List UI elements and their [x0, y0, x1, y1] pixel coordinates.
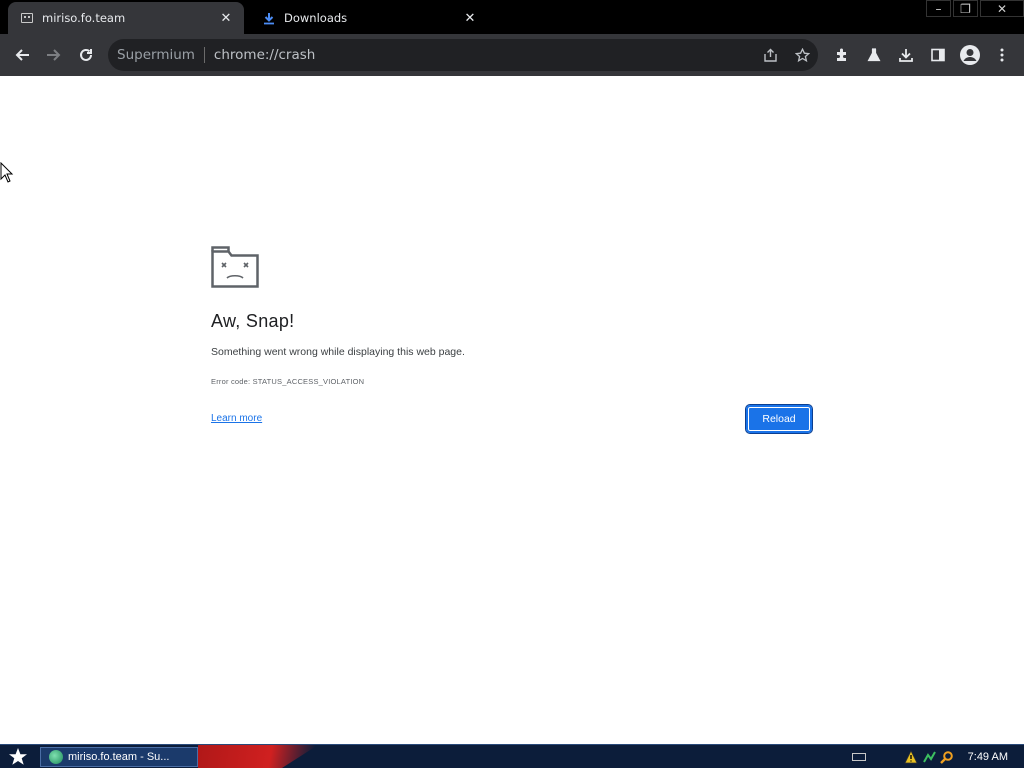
extensions-icon[interactable] [828, 41, 856, 69]
start-button[interactable] [4, 745, 32, 768]
star-start-icon [9, 747, 27, 765]
taskbar: miriso.fo.team - Su... 7:49 AM [0, 744, 1024, 768]
minimize-button[interactable]: – [926, 0, 951, 17]
restore-button[interactable]: ❐ [953, 0, 978, 17]
labs-icon[interactable] [860, 41, 888, 69]
keyboard-icon[interactable] [851, 752, 866, 761]
sad-tab-icon [20, 11, 34, 25]
tab-miriso[interactable]: miriso.fo.team ✕ [8, 2, 244, 34]
tab-strip: miriso.fo.team ✕ Downloads ✕ – ❐ ✕ [0, 0, 1024, 34]
search-icon[interactable] [939, 749, 955, 765]
star-icon[interactable] [786, 39, 818, 71]
address-bar[interactable]: Supermium chrome://crash [108, 39, 818, 71]
network-icon[interactable] [921, 749, 937, 765]
reload-icon [80, 48, 92, 61]
error-code: Error code: STATUS_ACCESS_VIOLATION [211, 377, 365, 386]
window-controls: – ❐ ✕ [924, 0, 1024, 18]
crash-panel: Aw, Snap! Something went wrong while dis… [211, 246, 813, 434]
tab-title: miriso.fo.team [42, 11, 126, 25]
tab-title: Downloads [284, 11, 348, 25]
close-window-button[interactable]: ✕ [980, 0, 1024, 17]
reload-page-button[interactable] [72, 41, 100, 69]
page-content: Aw, Snap! Something went wrong while dis… [0, 76, 1024, 744]
forward-button[interactable] [40, 41, 68, 69]
back-button[interactable] [8, 41, 36, 69]
browser-app-icon [49, 750, 63, 764]
learn-more-link[interactable]: Learn more [211, 413, 262, 424]
url-text[interactable]: chrome://crash [214, 47, 315, 63]
share-icon[interactable] [754, 39, 786, 71]
profile-icon[interactable] [956, 41, 984, 69]
tab-downloads[interactable]: Downloads ✕ [252, 2, 488, 34]
reload-button[interactable]: Reload [745, 404, 813, 434]
download-icon[interactable] [892, 41, 920, 69]
menu-icon[interactable] [988, 41, 1016, 69]
taskbar-decoration [198, 745, 318, 768]
browser-toolbar: Supermium chrome://crash [0, 34, 1024, 76]
site-label: Supermium [117, 47, 195, 63]
clock: 7:49 AM [967, 750, 1008, 763]
close-tab-icon[interactable]: ✕ [462, 10, 478, 26]
warning-icon[interactable] [903, 749, 919, 765]
taskbar-item-label: miriso.fo.team - Su... [68, 751, 170, 763]
omnibox-actions [754, 39, 818, 71]
close-tab-icon[interactable]: ✕ [218, 10, 234, 26]
crash-heading: Aw, Snap! [211, 311, 295, 331]
crash-actions: Learn more Reload [211, 404, 813, 434]
system-tray: 7:49 AM [851, 745, 1024, 768]
crash-message: Something went wrong while displaying th… [211, 346, 465, 358]
back-icon [15, 49, 29, 61]
taskbar-item-browser[interactable]: miriso.fo.team - Su... [40, 747, 198, 767]
download-icon [262, 11, 276, 25]
mouse-cursor-icon [0, 162, 14, 183]
side-panel-icon[interactable] [924, 41, 952, 69]
sad-tab-icon [211, 246, 259, 288]
omnibox-divider [203, 47, 205, 63]
forward-icon [47, 49, 61, 61]
